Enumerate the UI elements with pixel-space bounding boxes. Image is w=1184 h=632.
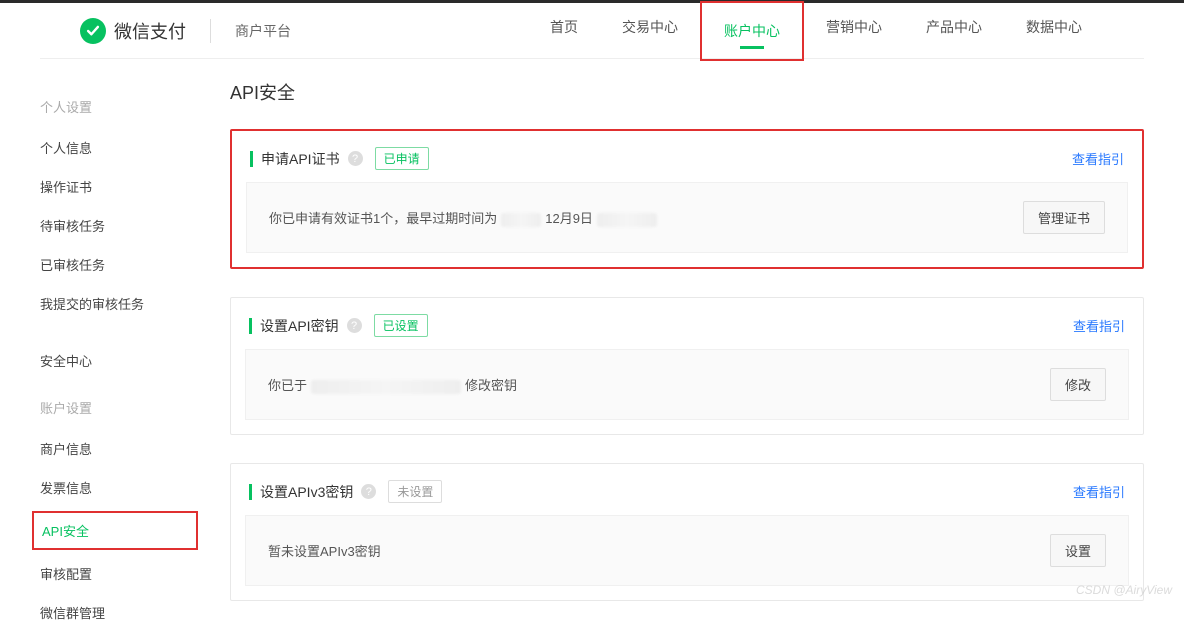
card-title-v3key: 设置APIv3密钥 — [260, 482, 353, 502]
badge-applied: 已申请 — [375, 147, 429, 170]
guide-link-v3key[interactable]: 查看指引 — [1073, 482, 1125, 501]
sidebar-item-invoice[interactable]: 发票信息 — [40, 468, 190, 507]
card-body-key: 你已于 修改密钥 修改 — [245, 349, 1129, 420]
card-title-cert: 申请API证书 — [261, 149, 340, 169]
modify-key-button[interactable]: 修改 — [1050, 368, 1106, 401]
nav-highlight-box: 账户中心 — [700, 1, 804, 61]
card-api-key: 设置API密钥 ? 已设置 查看指引 你已于 修改密钥 修改 — [230, 297, 1144, 435]
wechat-pay-logo-icon — [80, 18, 106, 44]
key-prefix: 你已于 — [268, 378, 307, 393]
brand-name: 微信支付 — [114, 18, 186, 44]
badge-set: 已设置 — [374, 314, 428, 337]
redacted-text — [597, 213, 657, 227]
card-title-key: 设置API密钥 — [260, 316, 339, 336]
card-api-cert: 申请API证书 ? 已申请 查看指引 你已申请有效证书1个，最早过期时间为 12月… — [230, 129, 1144, 269]
key-status-text: 你已于 修改密钥 — [268, 375, 517, 394]
cert-mid: 12月9日 — [545, 211, 593, 226]
help-icon[interactable]: ? — [348, 151, 363, 166]
manage-cert-button[interactable]: 管理证书 — [1023, 201, 1105, 234]
nav-data[interactable]: 数据中心 — [1004, 0, 1104, 55]
set-v3key-button[interactable]: 设置 — [1050, 534, 1106, 567]
sidebar-item-wechat-group[interactable]: 微信群管理 — [40, 593, 190, 632]
sidebar-item-reviewed-tasks[interactable]: 已审核任务 — [40, 245, 190, 284]
card-header-cert: 申请API证书 ? 已申请 查看指引 — [232, 131, 1142, 182]
sidebar-highlight-box: API安全 — [32, 511, 198, 550]
sidebar-item-security-center[interactable]: 安全中心 — [40, 341, 190, 380]
nav-marketing[interactable]: 营销中心 — [804, 0, 904, 55]
sub-brand: 商户平台 — [210, 19, 291, 43]
sidebar-group-personal: 个人设置 — [40, 97, 190, 116]
card-apiv3-key: 设置APIv3密钥 ? 未设置 查看指引 暂未设置APIv3密钥 设置 — [230, 463, 1144, 601]
sidebar-item-merchant-info[interactable]: 商户信息 — [40, 429, 190, 468]
green-bar-icon — [249, 318, 252, 334]
card-body-cert: 你已申请有效证书1个，最早过期时间为 12月9日 管理证书 — [246, 182, 1128, 253]
cert-status-text: 你已申请有效证书1个，最早过期时间为 12月9日 — [269, 208, 661, 227]
cert-prefix: 你已申请有效证书1个，最早过期时间为 — [269, 211, 497, 226]
sidebar-item-op-cert[interactable]: 操作证书 — [40, 167, 190, 206]
guide-link-key[interactable]: 查看指引 — [1073, 316, 1125, 335]
card-body-v3key: 暂未设置APIv3密钥 设置 — [245, 515, 1129, 586]
sidebar-item-api-security[interactable]: API安全 — [42, 519, 188, 542]
badge-unset: 未设置 — [388, 480, 442, 503]
help-icon[interactable]: ? — [361, 484, 376, 499]
redacted-text — [311, 380, 461, 394]
card-header-v3key: 设置APIv3密钥 ? 未设置 查看指引 — [231, 464, 1143, 515]
logo-area: 微信支付 — [80, 18, 186, 44]
card-header-key: 设置API密钥 ? 已设置 查看指引 — [231, 298, 1143, 349]
container: 个人设置 个人信息 操作证书 待审核任务 已审核任务 我提交的审核任务 安全中心… — [0, 59, 1184, 632]
key-suffix: 修改密钥 — [465, 378, 517, 393]
sidebar-group-account: 账户设置 — [40, 398, 190, 417]
nav-home[interactable]: 首页 — [528, 0, 600, 55]
sidebar-item-personal-info[interactable]: 个人信息 — [40, 128, 190, 167]
sidebar-item-my-submitted[interactable]: 我提交的审核任务 — [40, 284, 190, 323]
nav-product[interactable]: 产品中心 — [904, 0, 1004, 55]
sidebar-item-pending-tasks[interactable]: 待审核任务 — [40, 206, 190, 245]
v3key-status-text: 暂未设置APIv3密钥 — [268, 541, 381, 560]
nav-trade[interactable]: 交易中心 — [600, 0, 700, 55]
main-content: API安全 申请API证书 ? 已申请 查看指引 你已申请有效证书1个，最早过期… — [210, 79, 1144, 632]
guide-link-cert[interactable]: 查看指引 — [1072, 149, 1124, 168]
page-title: API安全 — [230, 79, 1144, 105]
green-bar-icon — [249, 484, 252, 500]
header: 微信支付 商户平台 首页 交易中心 账户中心 营销中心 产品中心 数据中心 — [40, 3, 1144, 59]
redacted-text — [501, 213, 541, 227]
watermark: CSDN @AiryView — [1076, 583, 1172, 597]
top-nav: 首页 交易中心 账户中心 营销中心 产品中心 数据中心 — [528, 0, 1104, 63]
green-bar-icon — [250, 151, 253, 167]
sidebar: 个人设置 个人信息 操作证书 待审核任务 已审核任务 我提交的审核任务 安全中心… — [40, 79, 210, 632]
nav-account[interactable]: 账户中心 — [702, 3, 802, 59]
help-icon[interactable]: ? — [347, 318, 362, 333]
sidebar-item-audit-config[interactable]: 审核配置 — [40, 554, 190, 593]
